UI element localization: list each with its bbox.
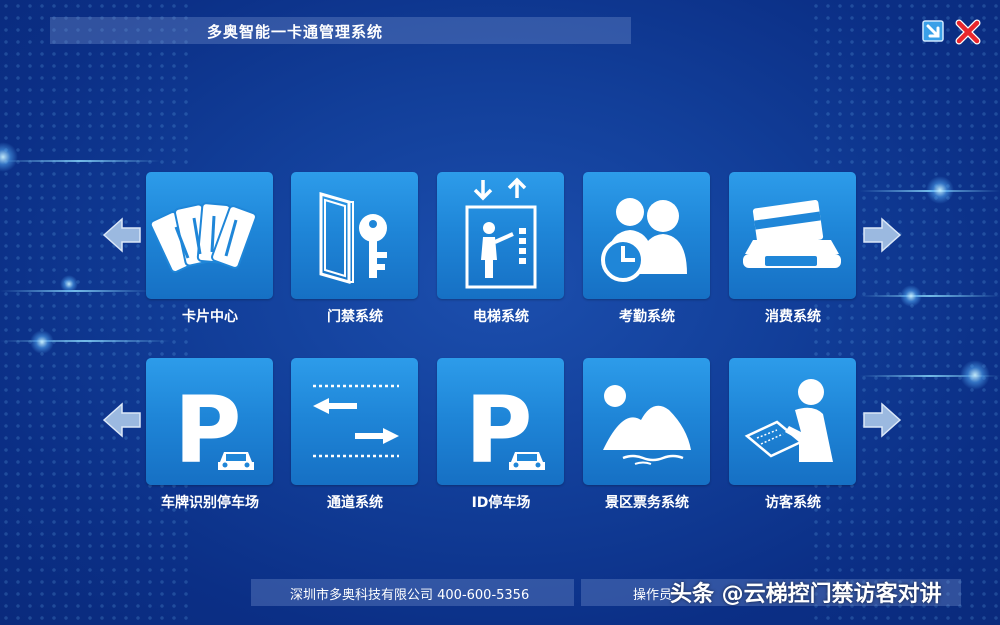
close-button[interactable] — [954, 18, 981, 45]
attendance-clock-icon — [601, 198, 687, 282]
main-window: 多奥智能一卡通管理系统 卡片中心 门禁系统 电梯系统 考勤系统 消费系统 P P… — [0, 0, 1000, 625]
next-page-arrow-row2[interactable] — [862, 400, 902, 440]
module-label: 景区票务系统 — [605, 495, 689, 511]
module-label: 车牌识别停车场 — [161, 495, 259, 511]
module-consumption[interactable] — [729, 172, 856, 299]
operator-label: 操作员 — [633, 588, 673, 603]
pos-card-reader-icon — [743, 199, 841, 268]
module-access-control[interactable] — [291, 172, 418, 299]
background-glow — [900, 285, 922, 307]
channel-arrows-icon — [313, 384, 399, 458]
module-attendance[interactable] — [583, 172, 710, 299]
module-card-center[interactable] — [146, 172, 273, 299]
module-lpr-parking[interactable]: P — [146, 358, 273, 485]
watermark: 头条 @云梯控门禁访客对讲 — [670, 582, 942, 607]
cards-icon — [149, 202, 257, 273]
prev-page-arrow-row1[interactable] — [102, 215, 142, 255]
module-scenic-ticketing[interactable] — [583, 358, 710, 485]
company-info-bar: 深圳市多奥科技有限公司 400-600-5356 — [251, 579, 574, 606]
arrow-right-icon — [863, 402, 902, 438]
module-label: 卡片中心 — [182, 309, 238, 325]
close-x-icon — [955, 19, 981, 45]
module-label: 电梯系统 — [473, 309, 529, 325]
module-label: 消费系统 — [765, 309, 821, 325]
module-label: ID停车场 — [471, 495, 531, 511]
background-glow — [30, 330, 54, 354]
arrow-right-icon — [863, 217, 902, 253]
module-id-parking[interactable]: P — [437, 358, 564, 485]
module-elevator[interactable] — [437, 172, 564, 299]
scenic-mountain-icon — [603, 385, 691, 465]
parking-icon: P — [174, 377, 254, 484]
visitor-sign-icon — [744, 379, 833, 462]
company-info: 深圳市多奥科技有限公司 400-600-5356 — [290, 588, 530, 603]
minimize-arrow-icon — [922, 20, 944, 42]
module-channel[interactable] — [291, 358, 418, 485]
module-label: 考勤系统 — [619, 309, 675, 325]
module-label: 访客系统 — [765, 495, 821, 511]
module-label: 通道系统 — [327, 495, 383, 511]
door-key-icon — [319, 192, 387, 284]
app-title: 多奥智能一卡通管理系统 — [207, 23, 384, 41]
background-streak — [0, 340, 170, 342]
parking-icon: P — [465, 377, 545, 484]
background-glow — [926, 176, 954, 204]
background-glow — [960, 360, 990, 390]
background-streak — [0, 160, 160, 162]
prev-page-arrow-row2[interactable] — [102, 400, 142, 440]
next-page-arrow-row1[interactable] — [862, 215, 902, 255]
elevator-icon — [465, 177, 537, 289]
module-label: 门禁系统 — [327, 309, 383, 325]
background-streak — [860, 295, 1000, 297]
minimize-button[interactable] — [921, 18, 947, 44]
module-visitor[interactable] — [729, 358, 856, 485]
arrow-left-icon — [102, 217, 141, 253]
background-glow — [60, 275, 78, 293]
arrow-left-icon — [102, 402, 141, 438]
